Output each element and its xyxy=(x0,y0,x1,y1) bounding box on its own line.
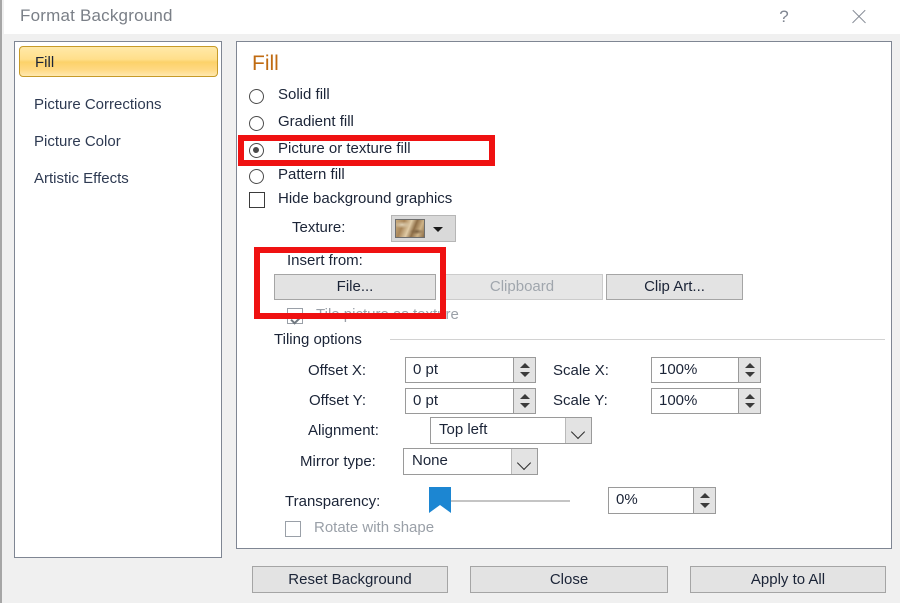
texture-swatch-icon xyxy=(395,219,425,238)
radio-icon xyxy=(249,89,264,104)
texture-label: Texture: xyxy=(292,219,346,236)
dialog-title: Format Background xyxy=(20,6,173,25)
transparency-slider-handle[interactable] xyxy=(429,487,451,513)
scale-y-label: Scale Y: xyxy=(553,392,608,409)
mirror-type-value: None xyxy=(412,452,448,469)
tile-picture-as-texture-label: Tile picture as texture xyxy=(316,306,459,323)
apply-to-all-button[interactable]: Apply to All xyxy=(690,566,886,593)
offset-x-stepper[interactable]: 0 pt xyxy=(405,357,536,383)
offset-y-stepper[interactable]: 0 pt xyxy=(405,388,536,414)
insert-from-file-button[interactable]: File... xyxy=(274,274,436,300)
picture-or-texture-fill-label: Picture or texture fill xyxy=(278,140,411,157)
alignment-select[interactable]: Top left xyxy=(430,417,592,444)
scale-y-value: 100% xyxy=(659,392,698,409)
offset-y-value: 0 pt xyxy=(413,392,439,409)
transparency-label: Transparency: xyxy=(285,493,381,510)
alignment-value: Top left xyxy=(439,421,488,438)
stepper-arrows-icon[interactable] xyxy=(693,488,715,513)
insert-from-clip-art-button[interactable]: Clip Art... xyxy=(606,274,743,300)
offset-x-label: Offset X: xyxy=(308,362,367,379)
mirror-type-select[interactable]: None xyxy=(403,448,538,475)
transparency-stepper[interactable]: 0% xyxy=(608,487,716,514)
sidebar-item-picture-corrections[interactable]: Picture Corrections xyxy=(15,90,221,120)
radio-selected-icon xyxy=(249,143,264,158)
stepper-arrows-icon[interactable] xyxy=(738,389,760,413)
checkbox-icon xyxy=(285,521,301,537)
offset-x-value: 0 pt xyxy=(413,361,439,378)
alignment-label: Alignment: xyxy=(308,422,379,439)
sidebar-item-fill[interactable]: Fill xyxy=(19,46,218,77)
checkbox-icon xyxy=(249,192,265,208)
format-background-dialog: Format Background ? Fill Picture Correct… xyxy=(0,0,900,603)
rotate-with-shape-label: Rotate with shape xyxy=(314,519,435,536)
reset-background-button[interactable]: Reset Background xyxy=(252,566,448,593)
sidebar-item-picture-color[interactable]: Picture Color xyxy=(15,127,221,157)
close-icon xyxy=(844,4,874,30)
transparency-value: 0% xyxy=(616,491,638,508)
caret-down-icon xyxy=(433,227,443,232)
category-list: Fill Picture Corrections Picture Color A… xyxy=(14,41,222,558)
scale-y-stepper[interactable]: 100% xyxy=(651,388,761,414)
checkbox-checked-icon xyxy=(287,308,303,324)
scale-x-stepper[interactable]: 100% xyxy=(651,357,761,383)
radio-icon xyxy=(249,116,264,131)
insert-from-label: Insert from: xyxy=(287,252,363,269)
sidebar-item-artistic-effects[interactable]: Artistic Effects xyxy=(15,164,221,194)
stepper-arrows-icon[interactable] xyxy=(513,389,535,413)
page-title: Fill xyxy=(252,52,279,75)
group-divider xyxy=(390,339,885,340)
gradient-fill-label: Gradient fill xyxy=(278,113,354,130)
stepper-arrows-icon[interactable] xyxy=(513,358,535,382)
transparency-slider-track[interactable] xyxy=(440,500,570,502)
close-button[interactable] xyxy=(844,4,874,30)
texture-picker[interactable] xyxy=(391,215,456,242)
insert-from-clipboard-button: Clipboard xyxy=(441,274,603,300)
tiling-options-group-label: Tiling options xyxy=(274,331,368,348)
chevron-down-icon[interactable] xyxy=(565,418,591,443)
hide-background-graphics-label: Hide background graphics xyxy=(278,190,453,207)
dialog-titlebar: Format Background ? xyxy=(4,0,900,34)
close-dialog-button[interactable]: Close xyxy=(470,566,668,593)
mirror-type-label: Mirror type: xyxy=(300,453,376,470)
stepper-arrows-icon[interactable] xyxy=(738,358,760,382)
chevron-down-icon[interactable] xyxy=(511,449,537,474)
scale-x-label: Scale X: xyxy=(553,362,609,379)
pattern-fill-label: Pattern fill xyxy=(278,166,345,183)
radio-icon xyxy=(249,169,264,184)
help-icon[interactable]: ? xyxy=(769,4,799,30)
solid-fill-label: Solid fill xyxy=(278,86,330,103)
offset-y-label: Offset Y: xyxy=(309,392,366,409)
scale-x-value: 100% xyxy=(659,361,698,378)
